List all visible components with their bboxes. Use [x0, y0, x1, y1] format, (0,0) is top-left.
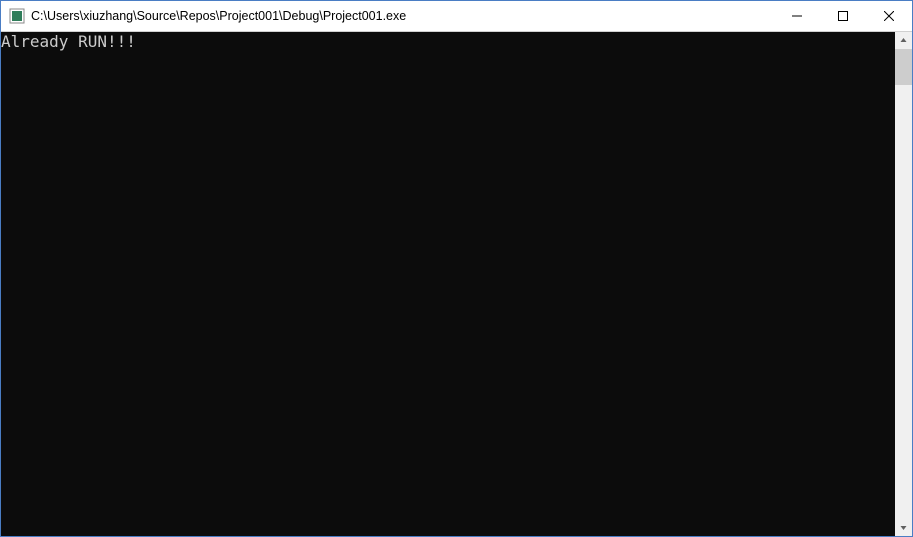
- scroll-down-button[interactable]: [895, 519, 912, 536]
- titlebar[interactable]: C:\Users\xiuzhang\Source\Repos\Project00…: [1, 1, 912, 32]
- window-controls: [774, 1, 912, 31]
- window: C:\Users\xiuzhang\Source\Repos\Project00…: [0, 0, 913, 537]
- window-title: C:\Users\xiuzhang\Source\Repos\Project00…: [31, 9, 774, 23]
- vertical-scrollbar[interactable]: [895, 32, 912, 536]
- scroll-track[interactable]: [895, 49, 912, 519]
- close-button[interactable]: [866, 1, 912, 31]
- client-area: Already RUN!!!: [1, 32, 912, 536]
- scroll-up-button[interactable]: [895, 32, 912, 49]
- maximize-button[interactable]: [820, 1, 866, 31]
- scroll-thumb[interactable]: [895, 49, 912, 85]
- minimize-button[interactable]: [774, 1, 820, 31]
- console-output[interactable]: Already RUN!!!: [1, 32, 895, 536]
- app-icon: [9, 8, 25, 24]
